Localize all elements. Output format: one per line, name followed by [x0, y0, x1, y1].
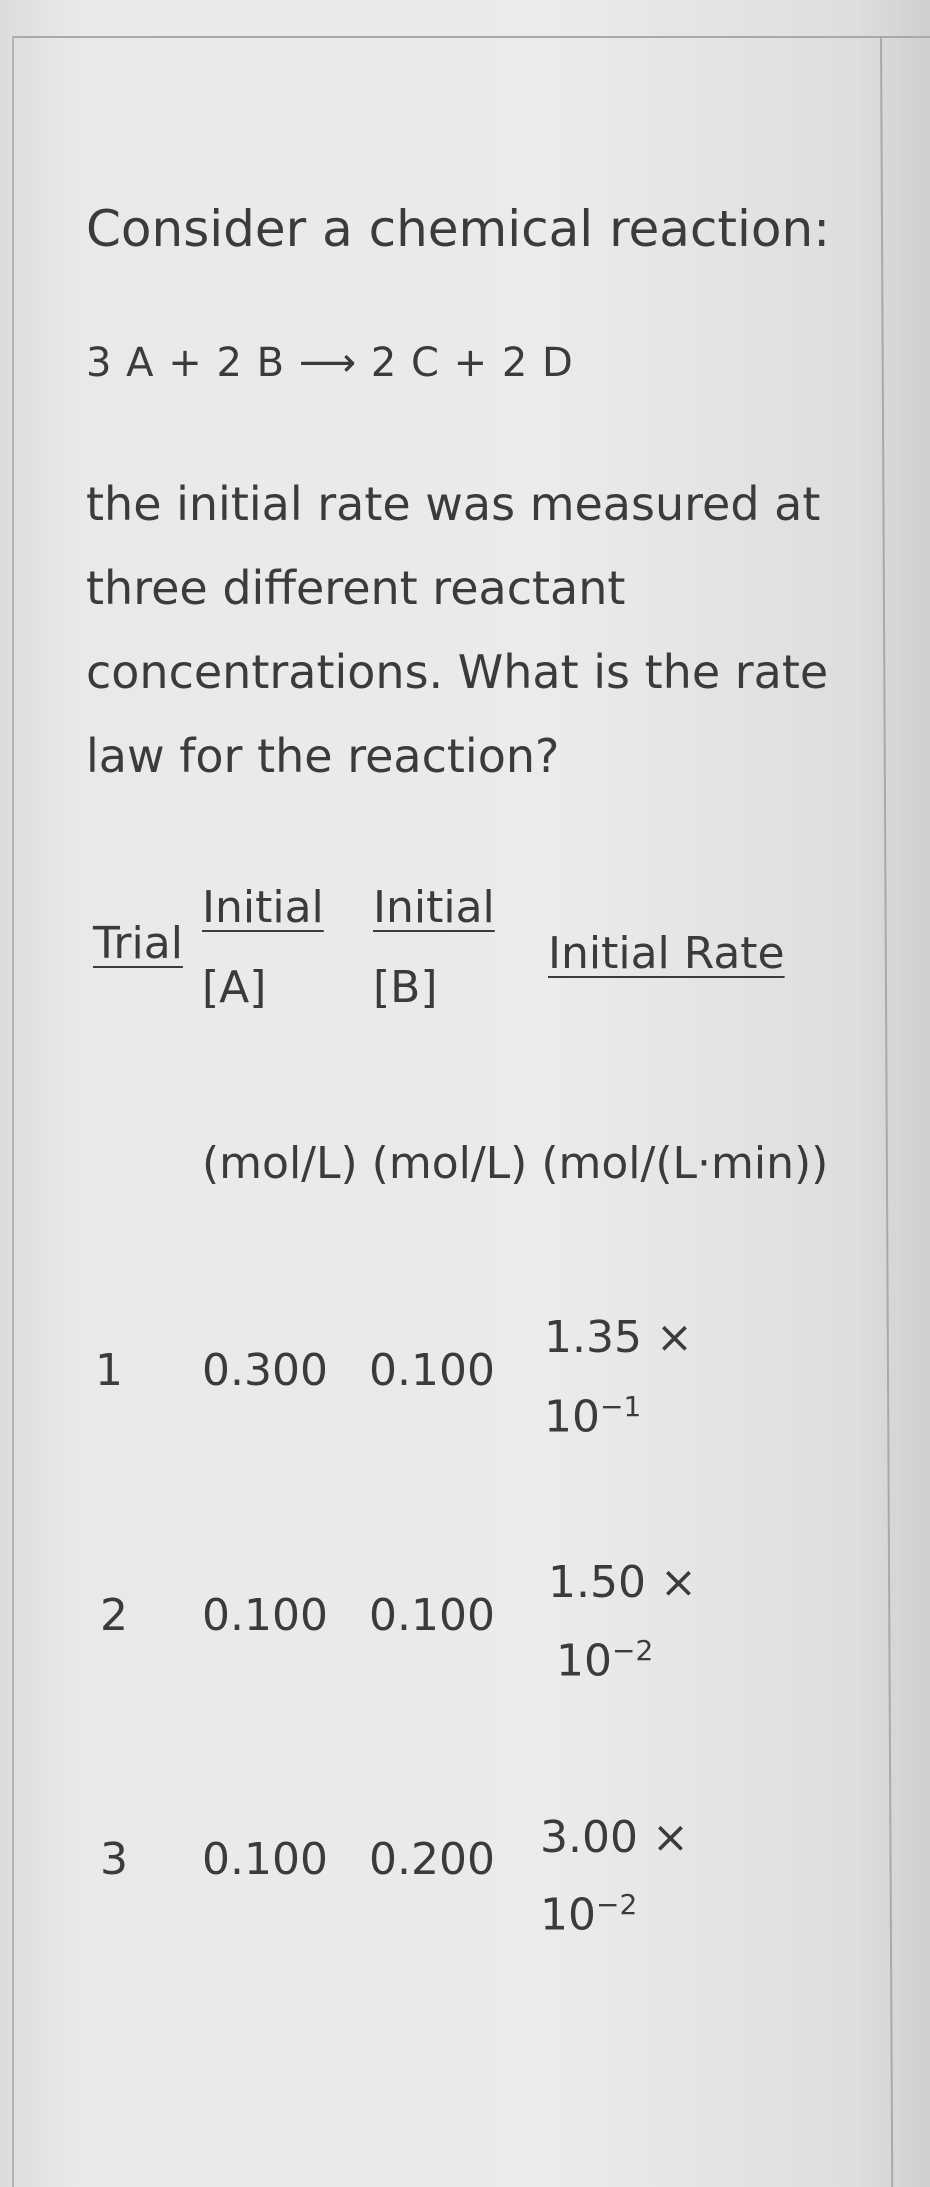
rate-base: 10: [540, 1889, 596, 1941]
rate-exponent: −2: [596, 1888, 638, 1921]
b-cell: 0.200: [369, 1834, 495, 1885]
b-cell: 0.100: [369, 1345, 495, 1396]
trial-cell: 1: [95, 1345, 123, 1396]
rate-power: 10−1: [544, 1390, 641, 1443]
b-cell: 0.100: [369, 1590, 495, 1641]
reaction-equation: 3 A + 2 B ⟶ 2 C + 2 D: [86, 340, 574, 386]
rate-mantissa: 3.00 ×: [540, 1812, 689, 1863]
rate-power: 10−2: [556, 1634, 653, 1687]
question-body: the initial rate was measured at three d…: [86, 477, 829, 783]
panel-border-right: [880, 35, 894, 2187]
rate-mantissa: 1.50 ×: [548, 1557, 697, 1608]
header-a-line2: [A]: [202, 962, 267, 1013]
rate-power: 10−2: [540, 1888, 637, 1941]
panel-border-top: [12, 36, 930, 38]
rate-base: 10: [556, 1635, 612, 1687]
a-cell: 0.300: [202, 1345, 328, 1396]
header-a-line1: Initial: [202, 882, 324, 933]
panel-border-left: [12, 36, 14, 2187]
units-row: (mol/L) (mol/L) (mol/(L·min)): [202, 1138, 829, 1189]
rate-base: 10: [544, 1391, 600, 1443]
header-b-line1: Initial: [373, 882, 495, 933]
trial-cell: 3: [100, 1834, 128, 1885]
rate-exponent: −1: [600, 1390, 642, 1423]
header-b-line2: [B]: [373, 962, 438, 1013]
question-title: Consider a chemical reaction:: [86, 200, 831, 258]
header-trial: Trial: [93, 918, 183, 969]
trial-cell: 2: [100, 1590, 128, 1641]
rate-mantissa: 1.35 ×: [544, 1312, 693, 1363]
header-rate: Initial Rate: [548, 928, 785, 979]
a-cell: 0.100: [202, 1834, 328, 1885]
a-cell: 0.100: [202, 1590, 328, 1641]
rate-exponent: −2: [612, 1634, 654, 1667]
